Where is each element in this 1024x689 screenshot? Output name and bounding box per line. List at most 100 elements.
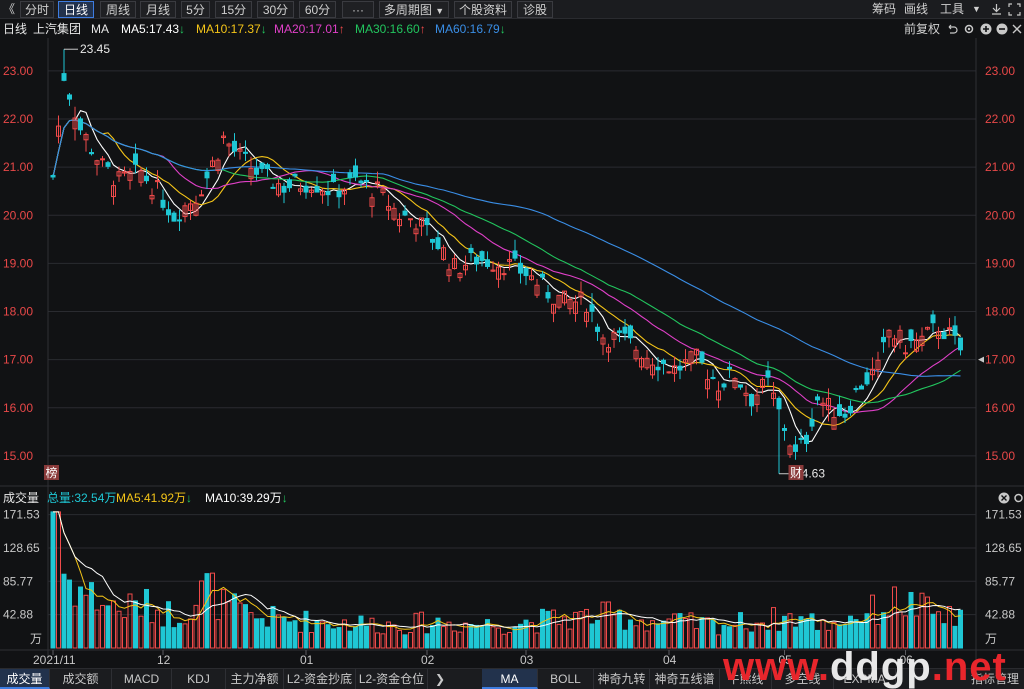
tab-l2-bottom[interactable]: L2-资金抄底 xyxy=(284,669,356,689)
candle-body xyxy=(298,188,303,192)
low-price-label: 14.63 xyxy=(795,467,825,481)
multi-period-dropdown[interactable]: 多周期图 ▼ xyxy=(379,1,449,18)
pin-icon[interactable] xyxy=(990,3,1003,16)
volume-bar xyxy=(688,612,694,649)
indicator-name[interactable]: MA xyxy=(91,20,109,38)
candle-body xyxy=(870,368,875,376)
candle-body xyxy=(875,359,881,371)
candle-body xyxy=(292,173,298,177)
candle-body xyxy=(848,405,853,414)
volume-close-icon[interactable] xyxy=(998,492,1010,504)
volume-unit-left: 万 xyxy=(30,632,42,646)
volume-settings-icon[interactable] xyxy=(1013,492,1024,504)
candle-body xyxy=(160,199,166,208)
candle-body xyxy=(826,397,831,411)
tools-chevron-icon[interactable]: ▼ xyxy=(972,1,981,18)
candle-body xyxy=(793,444,798,452)
volume-bar xyxy=(925,596,930,649)
volume-bar xyxy=(848,615,853,649)
draw-line-button[interactable]: 画线 xyxy=(904,1,928,18)
volume-bar xyxy=(672,613,677,649)
volume-bar xyxy=(353,626,358,649)
period-tab-30min[interactable]: 30分 xyxy=(257,1,294,18)
tab-l2-position[interactable]: L2-资金仓位 xyxy=(356,669,428,689)
zoom-out-icon[interactable] xyxy=(996,23,1008,35)
volume-bar xyxy=(215,619,221,649)
candle-body xyxy=(226,143,232,147)
candle-body xyxy=(468,247,474,254)
candle-body xyxy=(138,170,144,183)
period-tab-daily[interactable]: 日线 xyxy=(58,1,94,18)
period-tab-60min[interactable]: 60分 xyxy=(299,1,336,18)
volume-tick-left: 128.65 xyxy=(3,541,40,555)
volume-bar xyxy=(903,615,908,649)
tab-turnover[interactable]: 成交额 xyxy=(50,669,112,689)
chips-button[interactable]: 筹码 xyxy=(872,1,896,18)
period-tab-15min[interactable]: 15分 xyxy=(215,1,252,18)
volume-bar xyxy=(551,609,556,649)
volume-tick-right: 85.77 xyxy=(985,574,1015,588)
tab-magic-five-lines[interactable]: 神奇五线谱 xyxy=(650,669,720,689)
volume-bar xyxy=(787,613,793,649)
candle-body xyxy=(149,194,155,200)
candle-body xyxy=(815,396,820,401)
undo-icon[interactable] xyxy=(946,23,958,35)
tab-magic-nine[interactable]: 神奇九转 xyxy=(594,669,650,689)
kline-chart[interactable]: 23.00 23.00 22.00 22.00 21.00 21.00 20.00 20.00… xyxy=(0,0,1024,689)
volume-ma10: MA10:39.29万↓ xyxy=(205,490,288,506)
volume-bar xyxy=(226,601,232,649)
period-tab-fenshi[interactable]: 分时 xyxy=(20,1,54,18)
diagnose-button[interactable]: 诊股 xyxy=(517,1,553,18)
volume-bar xyxy=(650,620,655,649)
candle-body xyxy=(556,294,562,308)
candle-body xyxy=(166,209,171,216)
period-tab-monthly[interactable]: 月线 xyxy=(140,1,176,18)
tools-button[interactable]: 工具 xyxy=(940,1,964,18)
candle-body xyxy=(402,210,408,216)
candle-body xyxy=(749,393,754,407)
volume-bar xyxy=(947,606,952,649)
volume-bar xyxy=(248,612,254,649)
more-periods-button[interactable]: ··· xyxy=(342,1,374,18)
stock-name[interactable]: 上汽集团 xyxy=(33,20,81,38)
volume-title[interactable]: 成交量 xyxy=(3,490,39,506)
candle-body xyxy=(314,186,320,193)
volume-bar xyxy=(254,618,259,649)
candle-body xyxy=(914,339,919,352)
volume-bar xyxy=(908,591,914,649)
period-toolbar: 《 分时 日线 周线 月线 5分 15分 30分 60分 ··· 多周期图 ▼ … xyxy=(0,0,1024,19)
tab-kdj[interactable]: KDJ xyxy=(172,669,226,689)
period-tab-weekly[interactable]: 周线 xyxy=(100,1,136,18)
candle-body xyxy=(116,171,122,177)
candle-body xyxy=(716,390,721,401)
month-label: 04 xyxy=(663,653,677,667)
tab-boll[interactable]: BOLL xyxy=(538,669,594,689)
chart-annotations: 23.45 14.63 榜 财 xyxy=(44,42,825,481)
settings-icon[interactable] xyxy=(963,23,975,35)
adjust-mode-button[interactable]: 前复权 xyxy=(904,20,940,38)
stock-profile-button[interactable]: 个股资料 xyxy=(454,1,512,18)
candle-body xyxy=(457,272,463,279)
tabs-scroll-right-icon[interactable]: ❯ xyxy=(430,669,450,689)
tab-volume[interactable]: 成交量 xyxy=(0,669,50,689)
volume-bar xyxy=(589,623,595,649)
candle-body xyxy=(232,140,237,152)
price-tick-left: 23.00 xyxy=(3,64,33,78)
volume-bar xyxy=(661,620,666,649)
tab-main-net[interactable]: 主力净额 xyxy=(226,669,284,689)
back-icon[interactable]: 《 xyxy=(3,1,15,18)
zoom-in-icon[interactable] xyxy=(980,23,992,35)
volume-bar xyxy=(683,618,688,649)
candle-body xyxy=(347,172,353,179)
close-icon[interactable] xyxy=(1012,23,1022,35)
volume-bar xyxy=(89,582,94,649)
volume-bar xyxy=(463,622,468,649)
expand-icon[interactable] xyxy=(1008,3,1021,16)
tab-macd[interactable]: MACD xyxy=(112,669,172,689)
candle-body xyxy=(782,428,787,431)
tab-ma[interactable]: MA xyxy=(482,669,538,689)
volume-bar xyxy=(67,579,72,649)
price-tick-left: 19.00 xyxy=(3,256,33,270)
volume-bar xyxy=(408,632,413,649)
period-tab-5min[interactable]: 5分 xyxy=(181,1,210,18)
